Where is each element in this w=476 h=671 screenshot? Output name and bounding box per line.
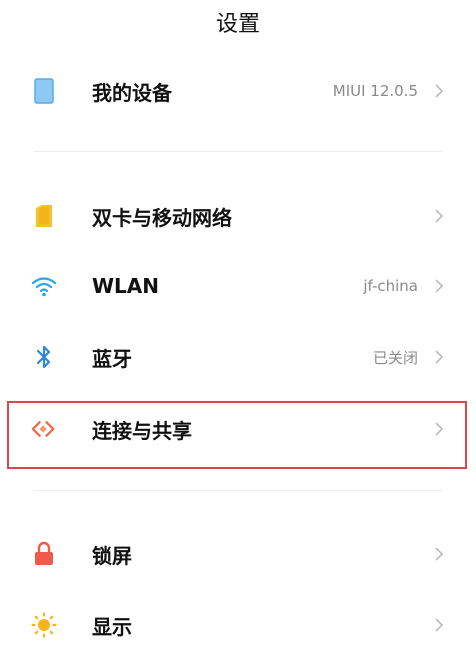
settings-item-label: 双卡与移动网络	[92, 205, 232, 230]
settings-item-label: 显示	[92, 614, 132, 639]
settings-item-my-device[interactable]: 我的设备 MIUI 12.0.5	[0, 59, 476, 123]
chevron-right-icon	[432, 615, 446, 635]
page-title: 设置	[215, 12, 260, 37]
bluetooth-icon	[31, 344, 57, 370]
connection-sharing-icon	[31, 416, 57, 442]
settings-item-label: 连接与共享	[92, 418, 192, 443]
settings-item-connection-sharing[interactable]: 连接与共享	[0, 397, 476, 461]
settings-item-value: jf-china	[363, 277, 418, 295]
device-icon	[31, 78, 57, 104]
section-divider	[34, 151, 442, 152]
settings-item-value: MIUI 12.0.5	[332, 82, 418, 100]
sun-icon	[31, 612, 57, 638]
settings-item-label: 锁屏	[92, 543, 132, 568]
settings-item-label: 我的设备	[92, 80, 172, 105]
settings-item-value: 已关闭	[372, 348, 418, 367]
settings-item-dual-sim[interactable]: 双卡与移动网络	[0, 184, 476, 248]
chevron-right-icon	[432, 206, 446, 226]
settings-item-label: 蓝牙	[92, 346, 132, 371]
settings-item-label: WLAN	[92, 274, 160, 298]
chevron-right-icon	[432, 276, 446, 296]
chevron-right-icon	[432, 81, 446, 101]
chevron-right-icon	[432, 419, 446, 439]
chevron-right-icon	[432, 544, 446, 564]
wifi-icon	[31, 273, 57, 299]
chevron-right-icon	[432, 347, 446, 367]
settings-item-wlan[interactable]: WLAN jf-china	[0, 254, 476, 318]
settings-item-display[interactable]: 显示	[0, 593, 476, 657]
lock-icon	[31, 541, 57, 567]
sim-card-icon	[31, 203, 57, 229]
section-divider	[34, 490, 442, 491]
settings-item-bluetooth[interactable]: 蓝牙 已关闭	[0, 325, 476, 389]
settings-item-lock-screen[interactable]: 锁屏	[0, 522, 476, 586]
